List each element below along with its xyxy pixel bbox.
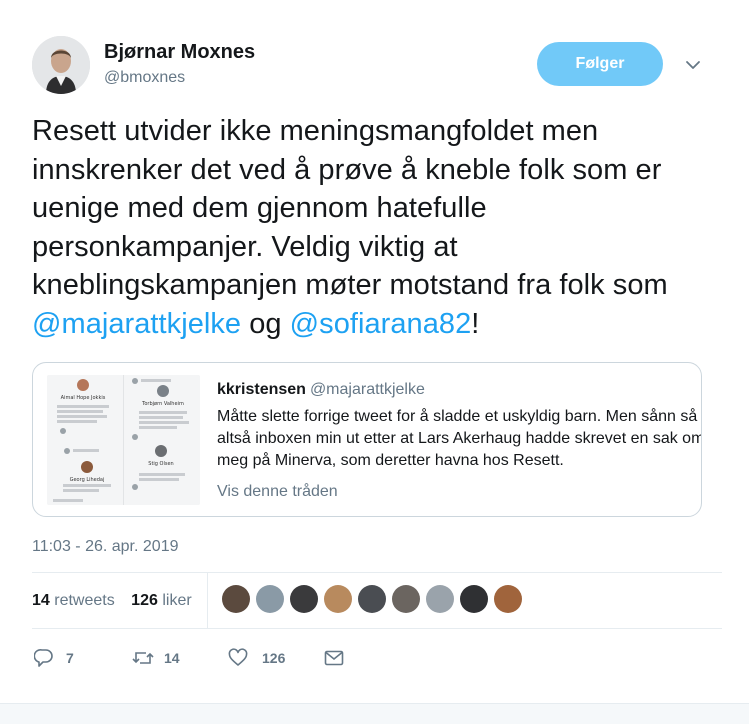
chevron-down-icon[interactable]: [684, 56, 702, 74]
reply-icon: [34, 649, 53, 667]
like-count: 126: [262, 650, 286, 666]
avatar-photo: [32, 36, 90, 94]
following-button[interactable]: Følger: [537, 42, 663, 86]
liker-avatar[interactable]: [358, 585, 386, 613]
retweet-icon: [132, 652, 154, 664]
user-handle[interactable]: @bmoxnes: [104, 69, 185, 87]
quoted-tweet-handle: @majarattkjelke: [309, 381, 425, 398]
thumbnail-name: Torbjørn Valheim: [141, 401, 184, 407]
quoted-tweet-text: Måtte slette forrige tweet for å sladde …: [217, 408, 702, 469]
reply-count: 7: [66, 650, 74, 666]
show-thread-link[interactable]: Vis denne tråden: [217, 483, 338, 501]
quoted-tweet-author: kkristensen @majarattkjelke: [217, 381, 425, 399]
mention-link[interactable]: @majarattkjelke: [32, 308, 241, 340]
thumbnail-name: Stig Olsen: [148, 461, 173, 467]
divider: [32, 628, 722, 629]
retweet-button[interactable]: 14: [132, 648, 180, 668]
inbox-screenshot-image: Aimal Hope Jokkis Georg Lihedaj Torbjørn…: [47, 375, 200, 505]
liker-avatar[interactable]: [426, 585, 454, 613]
reply-button[interactable]: 7: [34, 648, 74, 668]
liker-avatar[interactable]: [324, 585, 352, 613]
thumbnail-name: Aimal Hope Jokkis: [61, 395, 106, 401]
thumbnail-name: Georg Lihedaj: [70, 477, 105, 483]
like-button[interactable]: 126: [228, 648, 285, 668]
heart-icon: [228, 648, 248, 666]
divider: [207, 573, 208, 628]
envelope-icon: [324, 650, 344, 666]
liker-avatar[interactable]: [494, 585, 522, 613]
likes-label[interactable]: liker: [162, 592, 191, 609]
liker-avatar[interactable]: [460, 585, 488, 613]
quoted-tweet[interactable]: Aimal Hope Jokkis Georg Lihedaj Torbjørn…: [32, 362, 702, 517]
avatar[interactable]: [32, 36, 90, 94]
tweet-card: Bjørnar Moxnes @bmoxnes Følger Resett ut…: [0, 0, 749, 724]
tweet-timestamp[interactable]: 11:03 - 26. apr. 2019: [32, 538, 178, 556]
direct-message-button[interactable]: [324, 648, 344, 668]
mention-link[interactable]: @sofiarana82: [290, 308, 472, 340]
tweet-stats: 14 retweets 126 liker: [32, 592, 192, 610]
retweet-count: 14: [164, 650, 180, 666]
tweet-text-part: og: [241, 307, 290, 340]
tweet-text: Resett utvider ikke meningsmangfoldet me…: [32, 112, 722, 343]
quoted-tweet-name: kkristensen: [217, 381, 306, 398]
likes-count[interactable]: 126: [131, 592, 158, 609]
liker-avatar[interactable]: [222, 585, 250, 613]
footer-strip: [0, 703, 749, 724]
tweet-text-part: Resett utvider ikke meningsmangfoldet me…: [32, 115, 668, 301]
liker-avatar[interactable]: [290, 585, 318, 613]
quoted-tweet-thumbnail: Aimal Hope Jokkis Georg Lihedaj Torbjørn…: [47, 375, 200, 505]
retweets-count[interactable]: 14: [32, 592, 50, 609]
divider: [32, 572, 722, 573]
user-name[interactable]: Bjørnar Moxnes: [104, 41, 255, 64]
liker-avatar[interactable]: [256, 585, 284, 613]
liker-avatar[interactable]: [392, 585, 420, 613]
tweet-text-part: !: [471, 307, 480, 340]
retweets-label[interactable]: retweets: [54, 592, 114, 609]
